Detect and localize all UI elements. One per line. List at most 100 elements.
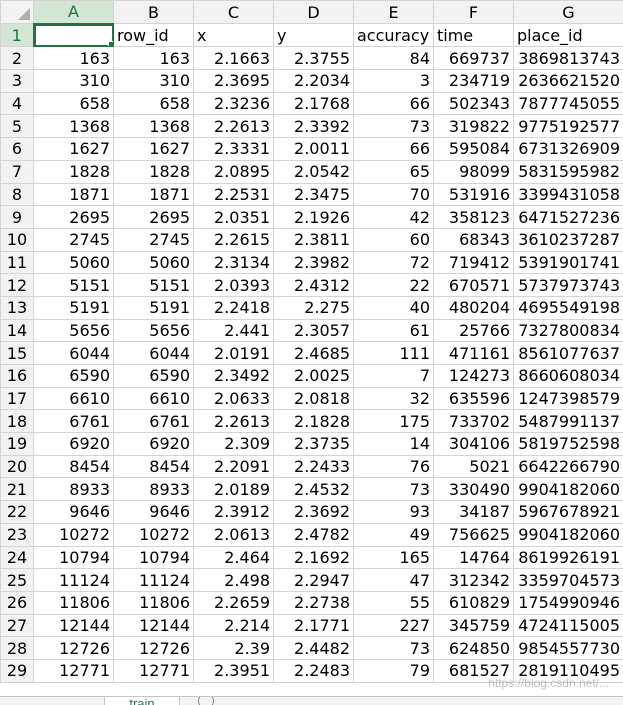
row-header[interactable]: 20 (1, 455, 34, 478)
row-header[interactable]: 29 (1, 659, 34, 682)
cell-e[interactable]: 42 (354, 206, 434, 229)
cell-c[interactable]: 2.2613 (194, 410, 274, 433)
cell-g[interactable]: 6471527236 (514, 206, 623, 229)
cell-e[interactable]: 227 (354, 614, 434, 637)
header-cell-e[interactable]: accuracy (354, 24, 434, 47)
cell-f[interactable]: 68343 (434, 228, 514, 251)
cell-a[interactable]: 5060 (34, 251, 114, 274)
cell-e[interactable]: 73 (354, 478, 434, 501)
cell-c[interactable]: 2.2659 (194, 591, 274, 614)
header-cell-c[interactable]: x (194, 24, 274, 47)
cell-f[interactable]: 124273 (434, 365, 514, 388)
cell-g[interactable]: 7327800834 (514, 319, 623, 342)
cell-f[interactable]: 34187 (434, 501, 514, 524)
cell-e[interactable]: 55 (354, 591, 434, 614)
cell-c[interactable]: 2.0191 (194, 342, 274, 365)
column-header-f[interactable]: F (434, 1, 514, 24)
cell-g[interactable]: 4724115005 (514, 614, 623, 637)
cell-f[interactable]: 5021 (434, 455, 514, 478)
cell-g[interactable]: 8619926191 (514, 546, 623, 569)
row-header[interactable]: 16 (1, 365, 34, 388)
cell-b[interactable]: 163 (114, 47, 194, 70)
cell-a[interactable]: 9646 (34, 501, 114, 524)
cell-c[interactable]: 2.2613 (194, 115, 274, 138)
cell-b[interactable]: 10272 (114, 523, 194, 546)
cell-g[interactable]: 5737973743 (514, 274, 623, 297)
column-header-g[interactable]: G (514, 1, 623, 24)
cell-a[interactable]: 6761 (34, 410, 114, 433)
cell-a[interactable]: 12144 (34, 614, 114, 637)
cell-d[interactable]: 2.3735 (274, 433, 354, 456)
cell-e[interactable]: 93 (354, 501, 434, 524)
cell-d[interactable]: 2.0011 (274, 138, 354, 161)
cell-d[interactable]: 2.2947 (274, 569, 354, 592)
cell-e[interactable]: 175 (354, 410, 434, 433)
cell-a[interactable]: 6590 (34, 365, 114, 388)
cell-d[interactable]: 2.1926 (274, 206, 354, 229)
row-header[interactable]: 7 (1, 160, 34, 183)
cell-g[interactable]: 3359704573 (514, 569, 623, 592)
cell-g[interactable]: 8561077637 (514, 342, 623, 365)
cell-f[interactable]: 480204 (434, 296, 514, 319)
cell-c[interactable]: 2.3134 (194, 251, 274, 274)
cell-a[interactable]: 10272 (34, 523, 114, 546)
cell-b[interactable]: 5151 (114, 274, 194, 297)
cell-g[interactable]: 1754990946 (514, 591, 623, 614)
cell-e[interactable]: 79 (354, 659, 434, 682)
row-header[interactable]: 18 (1, 410, 34, 433)
row-header[interactable]: 1 (1, 24, 34, 47)
cell-b[interactable]: 1627 (114, 138, 194, 161)
cell-c[interactable]: 2.0895 (194, 160, 274, 183)
cell-c[interactable]: 2.3951 (194, 659, 274, 682)
cell-c[interactable]: 2.3912 (194, 501, 274, 524)
cell-b[interactable]: 5656 (114, 319, 194, 342)
cell-d[interactable]: 2.0818 (274, 387, 354, 410)
cell-d[interactable]: 2.4312 (274, 274, 354, 297)
cell-e[interactable]: 40 (354, 296, 434, 319)
cell-g[interactable]: 5487991137 (514, 410, 623, 433)
row-header[interactable]: 12 (1, 274, 34, 297)
cell-b[interactable]: 1368 (114, 115, 194, 138)
row-header[interactable]: 10 (1, 228, 34, 251)
cell-c[interactable]: 2.464 (194, 546, 274, 569)
cell-b[interactable]: 5060 (114, 251, 194, 274)
cell-g[interactable]: 1247398579 (514, 387, 623, 410)
cell-g[interactable]: 9854557730 (514, 637, 623, 660)
cell-c[interactable]: 2.2615 (194, 228, 274, 251)
row-header[interactable]: 17 (1, 387, 34, 410)
cell-b[interactable]: 1871 (114, 183, 194, 206)
cell-f[interactable]: 610829 (434, 591, 514, 614)
cell-a[interactable]: 2745 (34, 228, 114, 251)
cell-d[interactable]: 2.2483 (274, 659, 354, 682)
cell-e[interactable]: 66 (354, 92, 434, 115)
cell-a[interactable]: 6610 (34, 387, 114, 410)
header-cell-f[interactable]: time (434, 24, 514, 47)
cell-f[interactable]: 304106 (434, 433, 514, 456)
cell-b[interactable]: 8933 (114, 478, 194, 501)
cell-a[interactable]: 8454 (34, 455, 114, 478)
cell-a[interactable]: 5151 (34, 274, 114, 297)
cell-f[interactable]: 624850 (434, 637, 514, 660)
row-header[interactable]: 5 (1, 115, 34, 138)
cell-g[interactable]: 9904182060 (514, 523, 623, 546)
cell-f[interactable]: 635596 (434, 387, 514, 410)
cell-d[interactable]: 2.3392 (274, 115, 354, 138)
cell-d[interactable]: 2.0542 (274, 160, 354, 183)
cell-g[interactable]: 9904182060 (514, 478, 623, 501)
cell-e[interactable]: 14 (354, 433, 434, 456)
row-header[interactable]: 28 (1, 637, 34, 660)
cell-e[interactable]: 165 (354, 546, 434, 569)
cell-a[interactable]: 2695 (34, 206, 114, 229)
cell-f[interactable]: 502343 (434, 92, 514, 115)
cell-b[interactable]: 6761 (114, 410, 194, 433)
cell-b[interactable]: 12771 (114, 659, 194, 682)
cell-e[interactable]: 111 (354, 342, 434, 365)
cell-e[interactable]: 49 (354, 523, 434, 546)
row-header[interactable]: 4 (1, 92, 34, 115)
cell-g[interactable]: 2636621520 (514, 70, 623, 93)
cell-f[interactable]: 312342 (434, 569, 514, 592)
cell-d[interactable]: 2.1771 (274, 614, 354, 637)
cell-b[interactable]: 2695 (114, 206, 194, 229)
cell-d[interactable]: 2.2034 (274, 70, 354, 93)
cell-c[interactable]: 2.498 (194, 569, 274, 592)
